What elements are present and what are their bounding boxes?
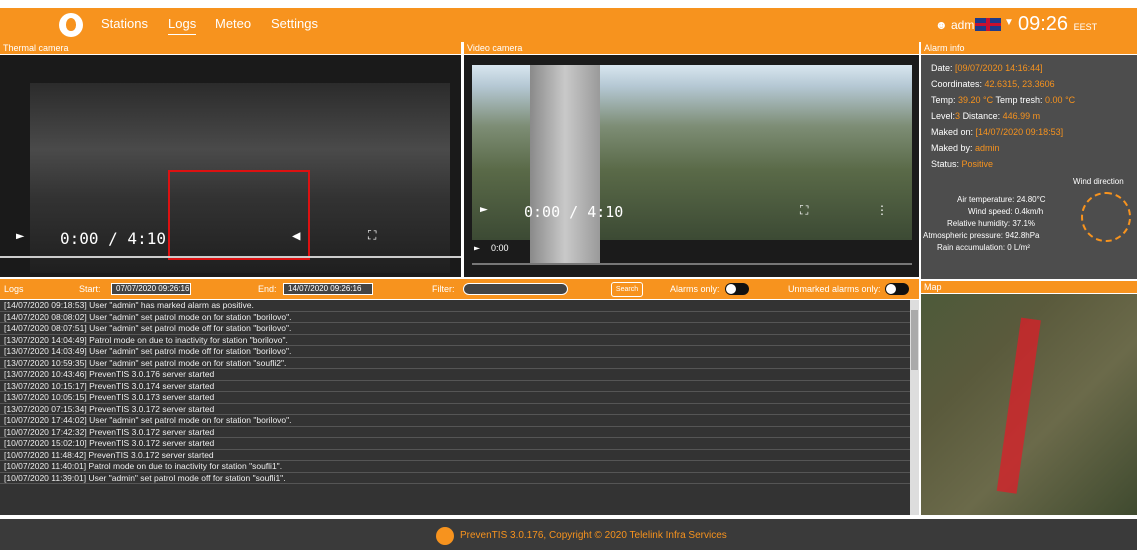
filter-label: Filter: bbox=[432, 284, 455, 294]
log-row: [13/07/2020 10:15:17] PrevenTIS 3.0.174 … bbox=[0, 381, 910, 392]
clock: 09:26 EEST bbox=[1018, 13, 1098, 35]
video-seek-bar[interactable] bbox=[472, 263, 912, 265]
log-row: [13/07/2020 10:05:15] PrevenTIS 3.0.173 … bbox=[0, 392, 910, 404]
footer: PrevenTIS 3.0.176, Copyright © 2020 Tele… bbox=[0, 519, 1137, 550]
volume-icon[interactable]: ◀ bbox=[292, 228, 300, 244]
play-icon[interactable]: ► bbox=[16, 228, 24, 244]
video-play-icon[interactable]: ► bbox=[480, 202, 488, 217]
atmospheric-pressure: Atmospheric pressure: 942.8hPa bbox=[923, 231, 1040, 240]
log-row: [10/07/2020 17:44:02] User "admin" set p… bbox=[0, 415, 910, 427]
logo bbox=[59, 13, 83, 37]
alarm-level: Level:3 Distance: 446.99 m bbox=[931, 111, 1041, 121]
logs-filter-bar: Logs Start: 07/07/2020 09:26:16 End: 14/… bbox=[0, 279, 919, 299]
alarm-status: Status: Positive bbox=[931, 159, 994, 169]
nav-stations[interactable]: Stations bbox=[101, 16, 148, 31]
log-row: [13/07/2020 14:04:49] Patrol mode on due… bbox=[0, 335, 910, 346]
wind-speed: Wind speed: 0.4km/h bbox=[968, 207, 1044, 216]
log-row: [13/07/2020 07:15:34] PrevenTIS 3.0.172 … bbox=[0, 404, 910, 415]
pole bbox=[530, 65, 600, 265]
log-row: [13/07/2020 10:43:46] PrevenTIS 3.0.176 … bbox=[0, 369, 910, 381]
log-row: [14/07/2020 08:07:51] User "admin" set p… bbox=[0, 323, 910, 335]
video-camera-title: Video camera bbox=[464, 42, 919, 54]
start-date-input[interactable]: 07/07/2020 09:26:16 bbox=[111, 283, 191, 295]
relative-humidity: Relative humidity: 37.1% bbox=[947, 219, 1036, 228]
start-label: Start: bbox=[79, 284, 101, 294]
language-flag-icon[interactable] bbox=[975, 18, 1001, 31]
end-label: End: bbox=[258, 284, 277, 294]
thermal-camera-title: Thermal camera bbox=[0, 42, 461, 54]
air-temperature: Air temperature: 24.80°C bbox=[957, 195, 1046, 204]
log-scrollbar[interactable] bbox=[910, 300, 919, 515]
camera-beam bbox=[996, 317, 1041, 494]
search-button[interactable]: Search bbox=[611, 282, 643, 297]
log-row: [13/07/2020 10:59:35] User "admin" set p… bbox=[0, 358, 910, 369]
log-row: [10/07/2020 11:40:01] Patrol mode on due… bbox=[0, 461, 910, 473]
map-title: Map bbox=[921, 281, 1137, 293]
alarm-info-panel: Date: [09/07/2020 14:16:44] Coordinates:… bbox=[921, 55, 1137, 279]
alarms-only-toggle[interactable] bbox=[725, 283, 749, 295]
alarm-maked-by: Maked by: admin bbox=[931, 143, 1000, 153]
wind-direction-title: Wind direction bbox=[1073, 177, 1124, 186]
unmarked-alarms-toggle[interactable] bbox=[885, 283, 909, 295]
log-list: [14/07/2020 09:18:53] User "admin" has m… bbox=[0, 300, 910, 515]
log-row: [13/07/2020 14:03:49] User "admin" set p… bbox=[0, 346, 910, 358]
log-row: [10/07/2020 15:02:10] PrevenTIS 3.0.172 … bbox=[0, 438, 910, 450]
scrollbar-thumb[interactable] bbox=[911, 310, 918, 370]
log-row: [10/07/2020 17:42:32] PrevenTIS 3.0.172 … bbox=[0, 427, 910, 438]
nav-logs[interactable]: Logs bbox=[168, 16, 197, 35]
footer-text: PrevenTIS 3.0.176, Copyright © 2020 Tele… bbox=[460, 530, 727, 541]
fullscreen-icon[interactable]: ⛶ bbox=[368, 228, 376, 243]
thermal-camera-panel: ► 0:00 / 4:10 ◀ ⛶ bbox=[0, 55, 461, 277]
seek-play-icon[interactable]: ► bbox=[474, 243, 480, 254]
log-row: [14/07/2020 09:18:53] User "admin" has m… bbox=[0, 300, 910, 312]
end-date-input[interactable]: 14/07/2020 09:26:16 bbox=[283, 283, 373, 295]
log-row: [14/07/2020 08:08:02] User "admin" set p… bbox=[0, 312, 910, 323]
video-menu-icon[interactable]: ⋮ bbox=[876, 203, 888, 217]
alarms-only-label: Alarms only: bbox=[670, 284, 720, 294]
top-bar: Stations Logs Meteo Settings ☻ admin ➲ ▼… bbox=[0, 0, 1137, 42]
video-time: 0:00 / 4:10 bbox=[524, 203, 624, 221]
filter-input[interactable] bbox=[463, 283, 568, 295]
video-camera-panel: ► 0:00 / 4:10 ⛶ ⋮ ► 0:00 bbox=[464, 55, 919, 277]
thermal-time: 0:00 / 4:10 bbox=[60, 229, 166, 248]
log-row: [10/07/2020 11:39:01] User "admin" set p… bbox=[0, 473, 910, 484]
map-panel[interactable] bbox=[921, 294, 1137, 515]
footer-logo bbox=[436, 527, 454, 545]
unmarked-alarms-label: Unmarked alarms only: bbox=[788, 284, 881, 294]
alarm-date: Date: [09/07/2020 14:16:44] bbox=[931, 63, 1043, 73]
chevron-down-icon[interactable]: ▼ bbox=[1004, 17, 1014, 28]
video-fullscreen-icon[interactable]: ⛶ bbox=[800, 203, 808, 218]
logs-title: Logs bbox=[4, 284, 24, 294]
nav-settings[interactable]: Settings bbox=[271, 16, 318, 31]
rain-accumulation: Rain accumulation: 0 L/m² bbox=[937, 243, 1030, 252]
log-row: [10/07/2020 11:48:42] PrevenTIS 3.0.172 … bbox=[0, 450, 910, 461]
alarm-maked-on: Maked on: [14/07/2020 09:18:53] bbox=[931, 127, 1064, 137]
alarm-info-title: Alarm info bbox=[921, 42, 1137, 54]
nav-bar: Stations Logs Meteo Settings ☻ admin ➲ ▼… bbox=[0, 8, 1137, 42]
video-seek-time: 0:00 bbox=[491, 243, 509, 253]
thermal-seek-bar[interactable] bbox=[0, 256, 461, 258]
nav-meteo[interactable]: Meteo bbox=[215, 16, 251, 31]
compass-icon bbox=[1081, 192, 1131, 242]
alarm-coordinates: Coordinates: 42.6315, 23.3606 bbox=[931, 79, 1055, 89]
detection-box bbox=[168, 170, 310, 260]
alarm-temp: Temp: 39.20 °C Temp tresh: 0.00 °C bbox=[931, 95, 1076, 105]
